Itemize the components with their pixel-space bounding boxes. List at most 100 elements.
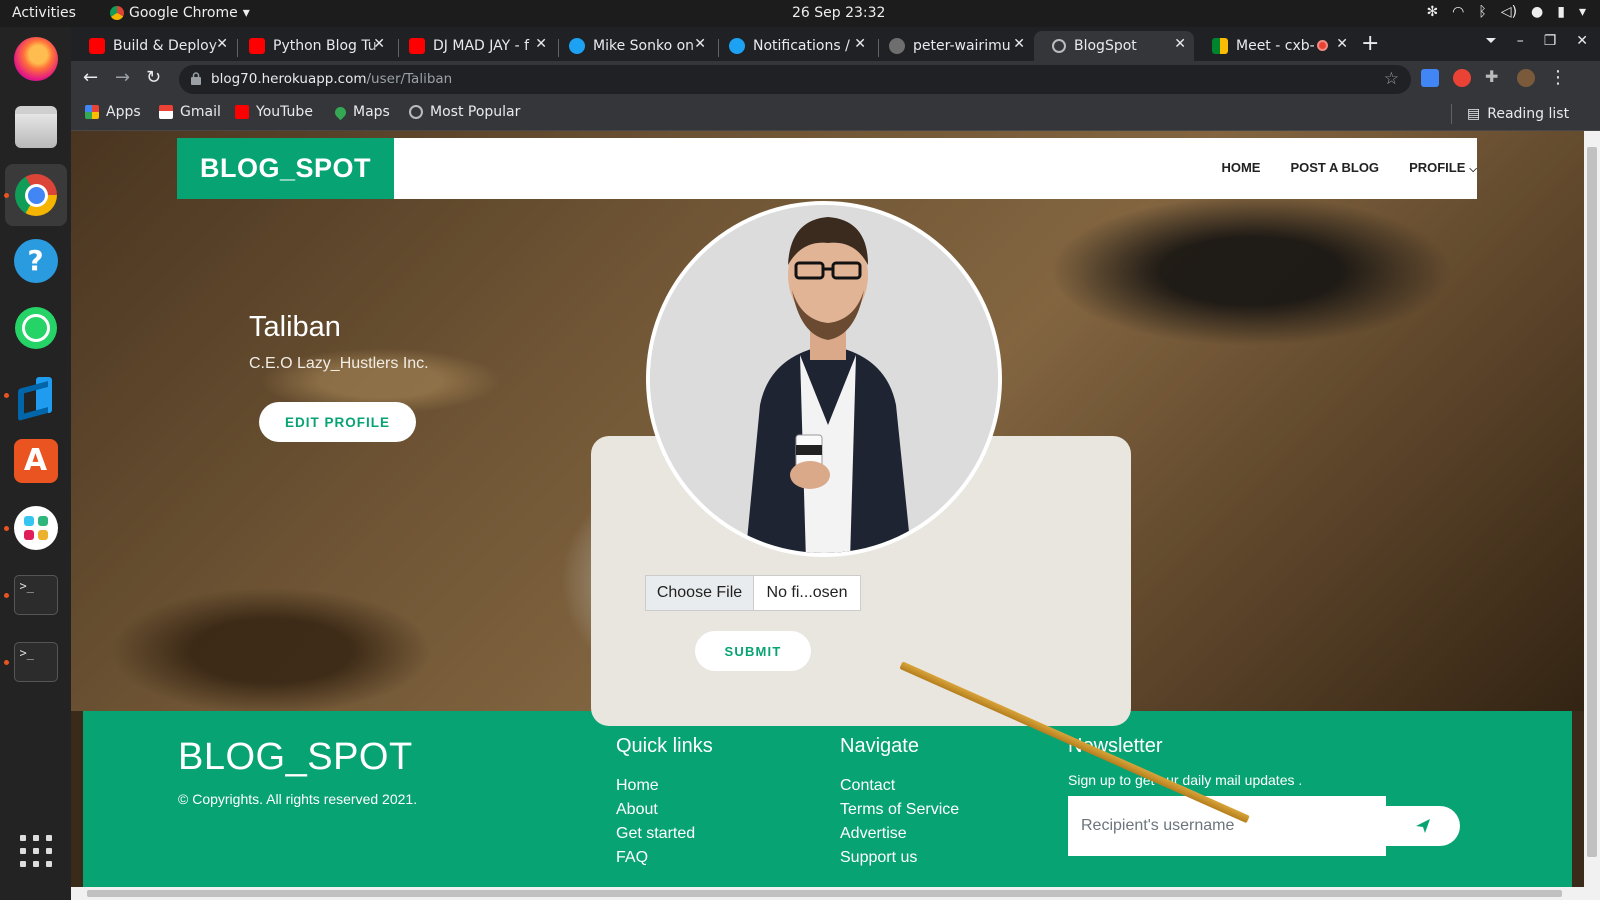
close-icon[interactable]: ✕ <box>694 36 706 52</box>
profile-photo <box>650 205 998 553</box>
footer-link-support[interactable]: Support us <box>840 846 959 870</box>
dock-files[interactable] <box>12 103 59 150</box>
nav-home[interactable]: HOME <box>1221 160 1260 175</box>
selected-file-name: No fi...osen <box>766 584 848 601</box>
tab-notifications[interactable]: Notifications / ✕ <box>711 31 874 61</box>
tab-blogspot[interactable]: BlogSpot ✕ <box>1034 31 1194 61</box>
dock-terminal-2[interactable]: >_ <box>12 638 59 685</box>
restore-icon[interactable]: ❐ <box>1544 33 1557 49</box>
footer-link-terms[interactable]: Terms of Service <box>840 798 959 822</box>
footer-link-get-started[interactable]: Get started <box>616 822 713 846</box>
navigate-heading: Navigate <box>840 735 919 757</box>
footer-link-advertise[interactable]: Advertise <box>840 822 959 846</box>
browser-toolbar: ← → ↻ blog70.herokuapp.com/user/Taliban … <box>71 61 1600 97</box>
submit-button[interactable]: SUBMIT <box>695 631 811 671</box>
close-icon[interactable]: ✕ <box>535 36 547 52</box>
slack-tray-icon[interactable]: ✻ <box>1426 4 1438 20</box>
bookmark-label: Most Popular <box>430 104 521 120</box>
tab-mike-sonko[interactable]: Mike Sonko on ✕ <box>551 31 714 61</box>
chevron-down-icon[interactable]: ▾ <box>1579 4 1586 20</box>
close-icon[interactable]: ✕ <box>216 36 228 52</box>
reload-icon[interactable]: ↻ <box>146 67 161 88</box>
firefox-icon <box>13 36 58 81</box>
dock-vscode[interactable] <box>12 371 59 418</box>
github-icon <box>889 38 905 54</box>
tab-search-icon[interactable]: ⏷ <box>1486 33 1497 49</box>
tab-dj-mad-jay[interactable]: DJ MAD JAY - f ✕ <box>391 31 555 61</box>
dock-slack[interactable] <box>12 504 59 551</box>
vscode-icon <box>16 375 56 415</box>
footer-link-home[interactable]: Home <box>616 774 713 798</box>
edit-profile-button[interactable]: EDIT PROFILE <box>259 402 416 442</box>
wifi-icon[interactable]: ◠ <box>1452 4 1464 20</box>
puzzle-icon[interactable]: ✚ <box>1485 67 1503 86</box>
youtube-icon <box>235 105 249 119</box>
dock: ? A >_ >_ <box>0 27 71 900</box>
scrollbar-thumb[interactable] <box>87 890 1562 897</box>
footer-link-faq[interactable]: FAQ <box>616 846 713 870</box>
tab-python-blog[interactable]: Python Blog Tu ✕ <box>231 31 393 61</box>
address-bar[interactable]: blog70.herokuapp.com/user/Taliban ☆ <box>179 65 1411 94</box>
tab-meet[interactable]: Meet - cxb- ✕ <box>1194 31 1356 61</box>
clock[interactable]: 26 Sep 23:32 <box>792 5 885 21</box>
system-tray[interactable]: ✻ ◠ ᛒ ◁) ● ▮ ▾ <box>1426 4 1586 20</box>
bookmark-maps[interactable]: Maps <box>332 104 390 120</box>
dock-software-store[interactable]: A <box>12 437 59 484</box>
newsletter-send-button[interactable] <box>1386 806 1460 846</box>
minimize-icon[interactable]: – <box>1517 33 1524 49</box>
reading-list-button[interactable]: ▤ Reading list <box>1451 104 1569 124</box>
extension-icon[interactable] <box>1453 69 1471 87</box>
bookmark-youtube[interactable]: YouTube <box>235 104 313 120</box>
scrollbar-thumb[interactable] <box>1587 147 1597 857</box>
chevron-down-icon: ⌵ <box>1469 164 1477 175</box>
bookmark-apps[interactable]: Apps <box>85 104 141 120</box>
microphone-icon[interactable]: ● <box>1531 4 1543 20</box>
back-icon[interactable]: ← <box>83 67 98 88</box>
footer-link-contact[interactable]: Contact <box>840 774 959 798</box>
dock-firefox[interactable] <box>12 35 59 82</box>
show-applications-button[interactable] <box>12 827 59 874</box>
dock-whatsapp[interactable] <box>12 304 59 351</box>
newsletter-subtitle: Sign up to get our daily mail updates . <box>1068 772 1303 788</box>
vertical-scrollbar[interactable] <box>1584 131 1600 887</box>
horizontal-scrollbar[interactable] <box>71 887 1600 900</box>
activities-button[interactable]: Activities <box>12 5 76 21</box>
site-logo[interactable]: BLOG_SPOT <box>177 138 394 199</box>
close-icon[interactable]: ✕ <box>373 36 385 52</box>
nav-post-blog[interactable]: POST A BLOG <box>1290 160 1379 175</box>
new-tab-button[interactable]: + <box>1361 31 1379 56</box>
dock-terminal-1[interactable]: >_ <box>12 571 59 618</box>
forward-icon[interactable]: → <box>115 67 130 88</box>
newsletter-section: Newsletter Sign up to get our daily mail… <box>1068 735 1460 856</box>
close-icon[interactable]: ✕ <box>1336 36 1348 52</box>
close-window-icon[interactable]: ✕ <box>1576 33 1588 49</box>
close-icon[interactable]: ✕ <box>1174 36 1186 52</box>
nav-profile[interactable]: PROFILE ⌵ <box>1409 160 1477 175</box>
running-indicator <box>4 193 9 198</box>
bookmark-star-icon[interactable]: ☆ <box>1384 69 1399 89</box>
menu-kebab-icon[interactable]: ⋮ <box>1549 67 1567 88</box>
tab-build-deploy[interactable]: Build & Deploy ✕ <box>71 31 236 61</box>
bluetooth-icon[interactable]: ᛒ <box>1478 4 1486 20</box>
close-icon[interactable]: ✕ <box>1013 36 1025 52</box>
footer-link-about[interactable]: About <box>616 798 713 822</box>
dock-help[interactable]: ? <box>12 237 59 284</box>
footer-copyright: © Copyrights. All rights reserved 2021. <box>178 791 418 807</box>
running-indicator <box>4 393 9 398</box>
bookmark-most-popular[interactable]: Most Popular <box>409 104 520 120</box>
dock-chrome[interactable] <box>5 164 67 226</box>
tab-peter-wairimu[interactable]: peter-wairimu ✕ <box>871 31 1033 61</box>
running-indicator <box>4 593 9 598</box>
volume-icon[interactable]: ◁) <box>1501 4 1517 20</box>
youtube-icon <box>249 38 265 54</box>
choose-file-button[interactable]: Choose File <box>646 576 754 610</box>
extension-icon[interactable] <box>1421 69 1439 87</box>
terminal-icon: >_ <box>13 574 58 615</box>
close-icon[interactable]: ✕ <box>854 36 866 52</box>
bookmarks-bar: Apps Gmail YouTube Maps Most Popular ▤ R… <box>71 97 1600 131</box>
bookmark-gmail[interactable]: Gmail <box>159 104 221 120</box>
battery-icon[interactable]: ▮ <box>1557 4 1565 20</box>
avatar[interactable] <box>1517 69 1535 87</box>
app-menu[interactable]: Google Chrome ▾ <box>110 5 250 21</box>
file-upload-input[interactable]: Choose File No fi...osen <box>645 575 861 611</box>
